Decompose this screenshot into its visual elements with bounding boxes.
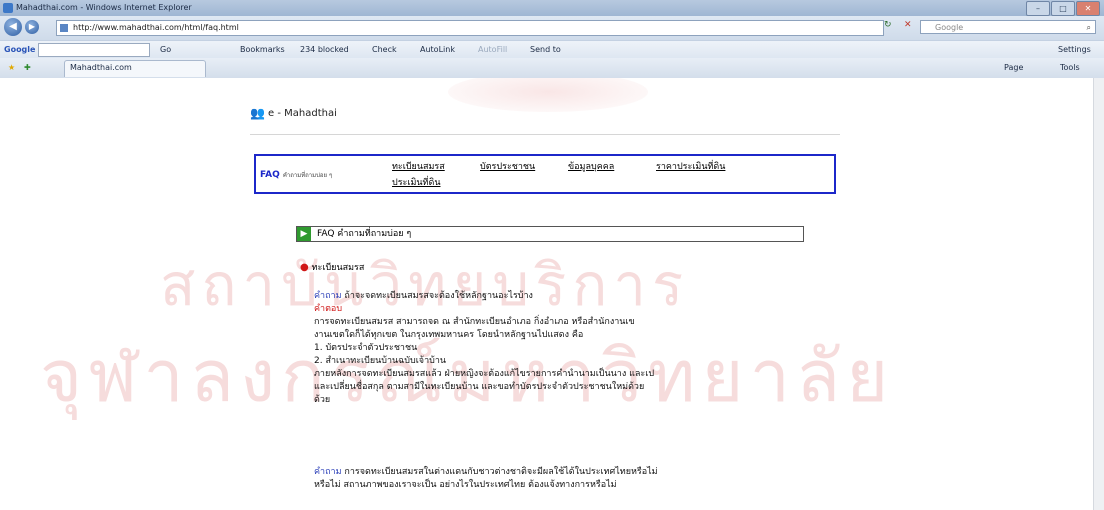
people-icon: 👥 [250, 106, 265, 120]
section-heading: ● ทะเบียนสมรส [300, 260, 364, 274]
answer-line: และเปลี่ยนชื่อสกุล ตามสามีในทะเบียนบ้าน … [314, 382, 645, 392]
maximize-button[interactable]: □ [1051, 1, 1075, 16]
favorites-bar: ★ ✚ Mahadthai.com Page Tools [0, 58, 1104, 79]
answer-line: ด้วย [314, 395, 331, 405]
address-bar[interactable]: http://www.mahadthai.com/html/faq.html [56, 20, 884, 36]
site-nav: FAQ คำถามที่ถามบ่อย ๆ ทะเบียนสมรส บัตรปร… [254, 154, 836, 194]
ie-app-icon [3, 3, 13, 13]
refresh-icon[interactable]: ↻ [884, 20, 892, 30]
nav-faq-label: FAQ [260, 170, 280, 180]
divider [250, 134, 840, 135]
close-button[interactable]: ✕ [1076, 1, 1100, 16]
spell-check-button[interactable]: Check [372, 45, 397, 54]
question-label: คำถาม [314, 467, 342, 477]
back-button[interactable]: ◀ [4, 18, 22, 36]
google-go-button[interactable]: Go [160, 45, 171, 54]
nav-faq-sub: คำถามที่ถามบ่อย ๆ [282, 172, 333, 179]
tab-title: Mahadthai.com [70, 63, 132, 72]
vertical-scrollbar[interactable] [1093, 78, 1104, 510]
window-title: Mahadthai.com - Windows Internet Explore… [16, 3, 192, 12]
nav-link-marriage[interactable]: ทะเบียนสมรส [392, 159, 445, 173]
nav-link-personal-info[interactable]: ข้อมูลบุคคล [568, 159, 614, 173]
answer-line: งานเขตใดก็ได้ทุกเขต ในกรุงเทพมหานคร โดยน… [314, 330, 584, 340]
search-placeholder: Google [935, 23, 964, 32]
page-icon [60, 24, 68, 32]
tools-menu[interactable]: Tools [1060, 63, 1080, 72]
google-logo: Google [4, 45, 36, 54]
page-viewport: สถาบันวิทยบริการ จุฬาลงกรณ์มหาวิทยาลัย 👥… [0, 78, 1104, 510]
bullet-icon: ● [300, 262, 309, 273]
nav-link-id-card[interactable]: บัตรประชาชน [480, 159, 535, 173]
answer-line: 1. บัตรประจำตัวประชาชน [314, 343, 418, 353]
question-text: ถ้าจะจดทะเบียนสมรสจะต้องใช้หลักฐานอะไรบ้… [344, 291, 533, 301]
stop-icon[interactable]: ✕ [904, 20, 912, 30]
google-toolbar: Google Go Bookmarks 234 blocked Check Au… [0, 40, 1104, 59]
google-search-input[interactable] [38, 43, 150, 57]
nav-link-land-appraisal[interactable]: ประเมินที่ดิน [392, 175, 440, 189]
nav-link-land-price[interactable]: ราคาประเมินที่ดิน [656, 159, 725, 173]
qa-item: คำถาม ถ้าจะจดทะเบียนสมรสจะต้องใช้หลักฐาน… [314, 290, 834, 407]
question-label: คำถาม [314, 291, 342, 301]
autolink-button[interactable]: AutoLink [420, 45, 455, 54]
question-line: คำถาม การจดทะเบียนสมรสในต่างแดนกับชาวต่า… [314, 466, 834, 479]
question-text: การจดทะเบียนสมรสในต่างแดนกับชาวต่างชาติจ… [344, 467, 658, 477]
answer-line: หรือไม่ สถานภาพของเราจะเป็น อย่างไรในประ… [314, 480, 617, 490]
answer-line: การจดทะเบียนสมรส สามารถจด ณ สำนักทะเบียน… [314, 317, 635, 327]
qa-item: คำถาม การจดทะเบียนสมรสในต่างแดนกับชาวต่า… [314, 466, 834, 492]
watermark-logo [448, 78, 648, 112]
window-controls: – □ ✕ [1026, 1, 1100, 16]
answer-label: คำตอบ [314, 304, 343, 314]
minimize-button[interactable]: – [1026, 1, 1050, 16]
faq-header: ▶ FAQ คำถามที่ถามบ่อย ๆ [296, 226, 804, 242]
search-icon[interactable]: ⌕ [1087, 21, 1091, 35]
page-menu[interactable]: Page [1004, 63, 1023, 72]
faq-header-label: FAQ คำถามที่ถามบ่อย ๆ [317, 229, 412, 239]
answer-line: ภายหลังการจดทะเบียนสมรสแล้ว ฝ่ายหญิงจะต้… [314, 369, 655, 379]
nav-faq[interactable]: FAQ คำถามที่ถามบ่อย ๆ [260, 170, 332, 180]
title-bar: Mahadthai.com - Windows Internet Explore… [0, 0, 1104, 16]
favorites-star-icon[interactable]: ★ [8, 63, 15, 72]
address-toolbar: ◀ ▶ http://www.mahadthai.com/html/faq.ht… [0, 16, 1104, 40]
search-input[interactable]: Google ⌕ [920, 20, 1096, 34]
arrow-right-icon: ▶ [297, 227, 311, 241]
send-to-button[interactable]: Send to [530, 45, 561, 54]
bookmarks-button[interactable]: Bookmarks [240, 45, 285, 54]
question-line: คำถาม ถ้าจะจดทะเบียนสมรสจะต้องใช้หลักฐาน… [314, 290, 834, 303]
section-title: ทะเบียนสมรส [311, 263, 365, 273]
forward-button[interactable]: ▶ [25, 20, 39, 34]
google-settings-button[interactable]: Settings [1058, 45, 1091, 54]
add-favorite-icon[interactable]: ✚ [24, 63, 31, 72]
popup-blocked-button[interactable]: 234 blocked [300, 45, 349, 54]
answer-line: 2. สำเนาทะเบียนบ้านฉบับเจ้าบ้าน [314, 356, 447, 366]
url-text: http://www.mahadthai.com/html/faq.html [73, 23, 239, 32]
autofill-button[interactable]: AutoFill [478, 45, 507, 54]
brand-name: e - Mahadthai [268, 108, 337, 119]
